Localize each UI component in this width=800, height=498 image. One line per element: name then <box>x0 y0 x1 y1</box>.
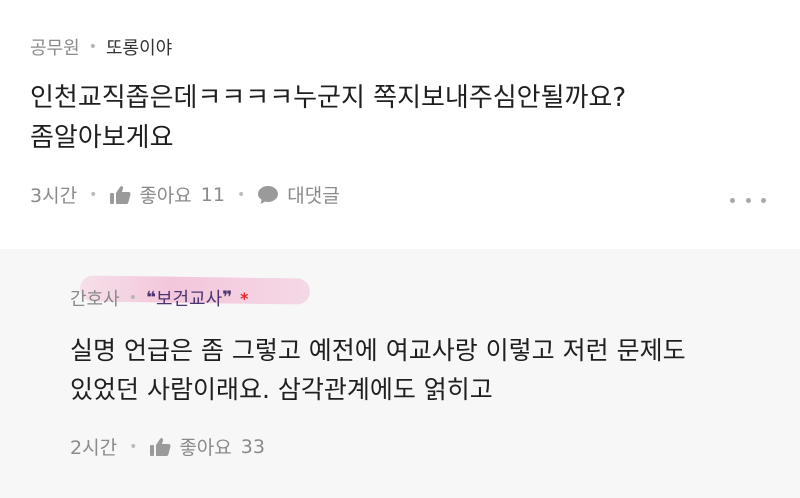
badge-close-quote: ❞ <box>222 288 233 308</box>
comment-body: 인천교직좁은데ㅋㅋㅋㅋ누군지 쪽지보내주심안될까요? 좀알아보게요 <box>30 78 626 158</box>
reply-body: 실명 언급은 좀 그렇고 예전에 여교사랑 이렇고 저런 문제도 있었던 사람이… <box>70 331 686 409</box>
author-job: 간호사 <box>70 289 120 310</box>
thumbs-up-icon[interactable] <box>109 185 131 205</box>
reply-time: 2시간 <box>70 437 118 459</box>
author-nickname[interactable]: 보건교사 <box>156 285 222 311</box>
comment-time: 3시간 <box>30 185 78 207</box>
thumbs-up-icon[interactable] <box>149 437 171 457</box>
comment-line: 좀알아보게요 <box>30 123 174 153</box>
comment-item: 공무원 • 또롱이야 인천교직좁은데ㅋㅋㅋㅋ누군지 쪽지보내주심안될까요? 좀알… <box>0 0 800 249</box>
comment-line: 인천교직좁은데ㅋㅋㅋㅋ누군지 쪽지보내주심안될까요? <box>30 83 627 113</box>
like-label[interactable]: 좋아요 <box>139 181 191 208</box>
more-dots-icon[interactable] <box>730 195 766 205</box>
separator-dot: • <box>88 39 97 55</box>
separator-dot: • <box>129 438 138 455</box>
author-job: 공무원 <box>30 38 80 59</box>
separator-dot: • <box>89 186 98 203</box>
speech-bubble-icon[interactable] <box>257 185 279 205</box>
like-label[interactable]: 좋아요 <box>179 433 231 460</box>
reply-line: 실명 언급은 좀 그렇고 예전에 여교사랑 이렇고 저런 문제도 <box>70 336 686 365</box>
reply-line: 있었던 사람이래요. 삼각관계에도 얽히고 <box>70 375 493 404</box>
author-mark: * <box>240 288 249 308</box>
comment-author-line: 공무원 • 또롱이야 <box>30 34 172 60</box>
author-nickname[interactable]: 또롱이야 <box>106 34 172 60</box>
comment-footer: 3시간 • 좋아요 11 • 대댓글 <box>30 181 340 208</box>
badge-open-quote: ❝ <box>145 288 156 308</box>
reply-footer: 2시간 • 좋아요 33 <box>70 433 265 460</box>
reply-button-label[interactable]: 대댓글 <box>287 181 339 208</box>
like-count: 33 <box>240 435 265 458</box>
separator-dot: • <box>128 290 137 306</box>
separator-dot: • <box>236 186 246 203</box>
reply-author-line: 간호사 • ❝ 보건교사 ❞ * <box>70 285 249 311</box>
like-count: 11 <box>200 183 225 206</box>
reply-item: 간호사 • ❝ 보건교사 ❞ * 실명 언급은 좀 그렇고 예전에 여교사랑 이… <box>0 249 800 498</box>
